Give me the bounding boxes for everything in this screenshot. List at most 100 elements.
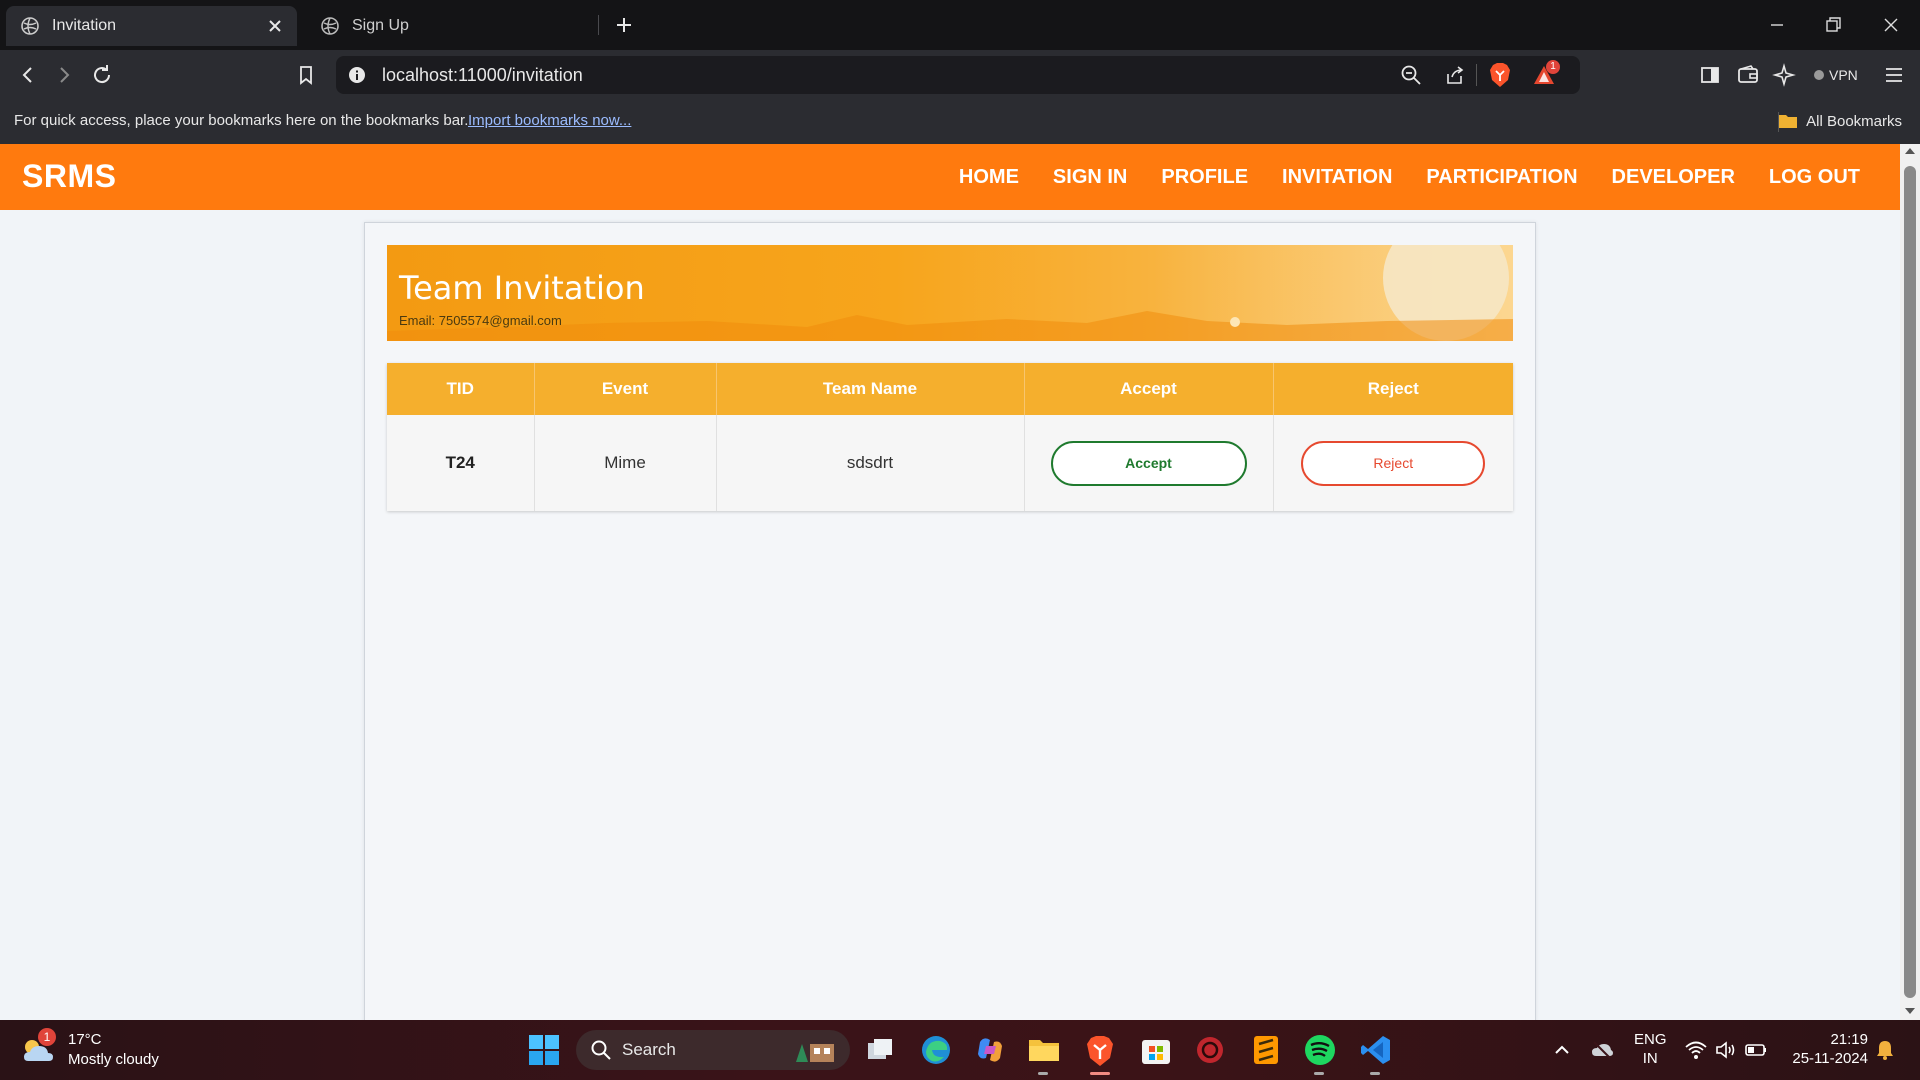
store-icon	[1142, 1040, 1170, 1064]
brave-app[interactable]	[1082, 1032, 1118, 1075]
reject-button[interactable]: Reject	[1301, 440, 1486, 486]
security-app[interactable]	[1192, 1032, 1228, 1068]
main-nav: HOME SIGN IN PROFILE INVITATION PARTICIP…	[959, 166, 1860, 189]
task-view-app[interactable]	[862, 1032, 898, 1068]
header-event: Event	[534, 363, 717, 415]
cell-tid: T24	[387, 415, 535, 511]
omnibox-divider	[1476, 64, 1477, 86]
sidebar-toggle-icon[interactable]	[1698, 63, 1722, 87]
windows-taskbar: 1 17°C Mostly cloudy Search ENG IN 21:19…	[0, 1020, 1920, 1080]
header-tid: TID	[387, 363, 535, 415]
vpn-label: VPN	[1829, 67, 1858, 83]
battery-icon[interactable]	[1744, 1038, 1768, 1062]
close-tab-icon[interactable]	[265, 16, 285, 36]
windows-start-icon[interactable]	[526, 1032, 562, 1068]
invitation-table: TID Event Team Name Accept Reject T24 Mi…	[387, 363, 1513, 511]
scroll-up-icon[interactable]	[1905, 148, 1915, 154]
nav-log-out[interactable]: LOG OUT	[1769, 166, 1860, 189]
scroll-down-icon[interactable]	[1905, 1008, 1915, 1014]
wifi-icon[interactable]	[1684, 1038, 1708, 1062]
new-tab-icon[interactable]	[612, 13, 636, 37]
cell-reject: Reject	[1273, 415, 1513, 511]
table-row: T24 Mime sdsdrt Accept Reject	[387, 415, 1513, 511]
bookmark-icon[interactable]	[294, 63, 318, 87]
copilot-app[interactable]	[972, 1032, 1008, 1068]
vscode-icon	[1361, 1036, 1390, 1064]
menu-icon[interactable]	[1882, 63, 1906, 87]
accept-button[interactable]: Accept	[1050, 440, 1247, 486]
running-indicator	[1314, 1072, 1324, 1075]
search-icon	[591, 1040, 611, 1060]
back-icon[interactable]	[16, 63, 40, 87]
tab-invitation[interactable]: Invitation	[6, 6, 297, 46]
address-bar[interactable]: localhost:11000/invitation 1	[336, 56, 1580, 94]
tab-title: Sign Up	[352, 17, 409, 34]
table-header-row: TID Event Team Name Accept Reject	[387, 363, 1513, 415]
vpn-button[interactable]: VPN	[1808, 62, 1860, 88]
file-explorer-app[interactable]	[1026, 1032, 1062, 1075]
weather-temp: 17°C	[68, 1031, 102, 1048]
all-bookmarks-button[interactable]: All Bookmarks	[1778, 112, 1902, 130]
cloud-offline-icon[interactable]	[1590, 1038, 1614, 1062]
spotify-app[interactable]	[1302, 1032, 1338, 1075]
bookmarks-hint: For quick access, place your bookmarks h…	[14, 112, 469, 129]
scrollbar-thumb[interactable]	[1904, 166, 1916, 998]
volume-icon[interactable]	[1714, 1038, 1738, 1062]
site-navbar: SRMS HOME SIGN IN PROFILE INVITATION PAR…	[0, 144, 1900, 210]
vscode-app[interactable]	[1358, 1032, 1394, 1075]
weather-widget[interactable]: 1 17°C Mostly cloudy	[20, 1028, 159, 1070]
cell-event: Mime	[534, 415, 717, 511]
clock-date: 25-11-2024	[1792, 1050, 1868, 1067]
header-reject: Reject	[1273, 363, 1513, 415]
minimize-icon[interactable]	[1766, 14, 1788, 36]
share-icon[interactable]	[1444, 64, 1466, 86]
sublime-text-app[interactable]	[1248, 1032, 1284, 1068]
import-bookmarks-link[interactable]: Import bookmarks now...	[468, 112, 631, 129]
page-scrollbar[interactable]	[1900, 144, 1920, 1020]
site-info-icon[interactable]	[348, 66, 366, 84]
clock-time: 21:19	[1830, 1031, 1868, 1048]
weather-text: 17°C Mostly cloudy	[68, 1030, 159, 1070]
tab-sign-up[interactable]: Sign Up	[306, 6, 596, 46]
microsoft-store-app[interactable]	[1138, 1032, 1174, 1068]
language-region: IN	[1642, 1050, 1658, 1067]
vpn-status-icon	[1814, 70, 1824, 80]
edge-app[interactable]	[918, 1032, 954, 1068]
url-text[interactable]: localhost:11000/invitation	[382, 65, 583, 86]
globe-icon	[321, 17, 339, 35]
taskbar-search[interactable]: Search	[576, 1030, 850, 1070]
page-viewport: SRMS HOME SIGN IN PROFILE INVITATION PAR…	[0, 144, 1900, 1020]
nav-invitation[interactable]: INVITATION	[1282, 166, 1392, 189]
header-team-name: Team Name	[716, 363, 1025, 415]
clock[interactable]: 21:19 25-11-2024	[1786, 1030, 1868, 1068]
leo-ai-icon[interactable]	[1772, 63, 1796, 87]
forward-icon[interactable]	[52, 63, 76, 87]
reload-icon[interactable]	[90, 63, 114, 87]
brave-shields-icon[interactable]	[1488, 62, 1512, 88]
notification-bell-icon[interactable]	[1874, 1038, 1896, 1062]
search-highlight-icon	[796, 1044, 834, 1062]
nav-home[interactable]: HOME	[959, 166, 1019, 189]
nav-participation[interactable]: PARTICIPATION	[1426, 166, 1577, 189]
user-email: Email: 7505574@gmail.com	[399, 313, 562, 328]
chevron-up-icon[interactable]	[1552, 1040, 1572, 1060]
copilot-icon	[978, 1038, 1002, 1062]
edge-icon	[922, 1036, 950, 1064]
restore-icon[interactable]	[1822, 14, 1844, 36]
tab-divider	[598, 15, 599, 35]
close-window-icon[interactable]	[1880, 14, 1902, 36]
browser-toolbar: localhost:11000/invitation 1 VPN	[0, 50, 1920, 100]
language-indicator[interactable]: ENG IN	[1634, 1030, 1667, 1068]
nav-sign-in[interactable]: SIGN IN	[1053, 166, 1127, 189]
zoom-icon[interactable]	[1400, 64, 1422, 86]
weather-badge: 1	[38, 1028, 56, 1046]
header-accept: Accept	[1024, 363, 1274, 415]
shield-bug-icon	[1197, 1037, 1223, 1063]
wallet-icon[interactable]	[1736, 63, 1760, 87]
page-title: Team Invitation	[399, 269, 645, 307]
site-brand[interactable]: SRMS	[22, 158, 116, 195]
active-indicator	[1090, 1072, 1110, 1075]
nav-developer[interactable]: DEVELOPER	[1612, 166, 1735, 189]
nav-profile[interactable]: PROFILE	[1161, 166, 1248, 189]
browser-tab-bar: Invitation Sign Up	[0, 0, 1920, 50]
